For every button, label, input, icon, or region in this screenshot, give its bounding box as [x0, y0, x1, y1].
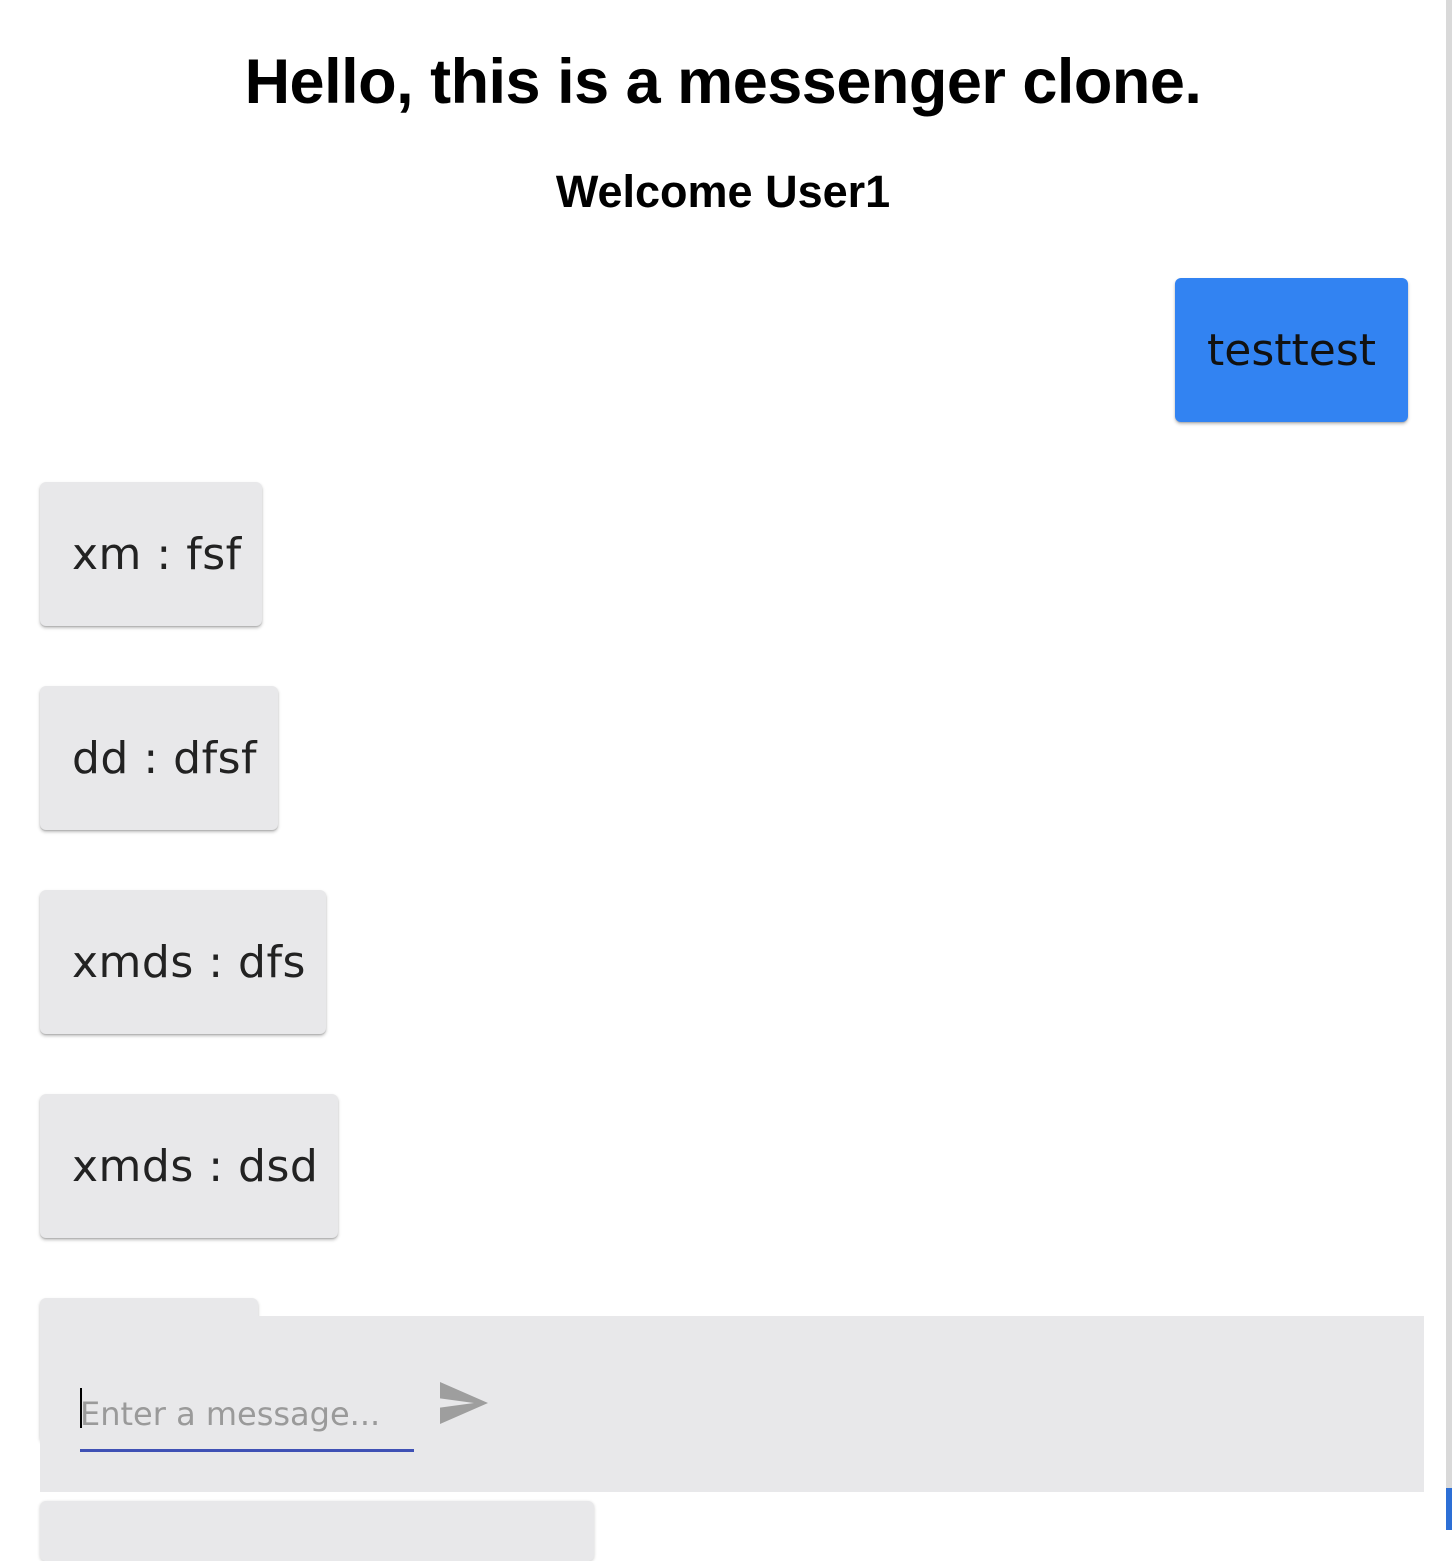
message-text: xmds : dfs — [72, 936, 306, 988]
window-edge-accent — [1446, 1488, 1452, 1530]
send-button[interactable] — [436, 1378, 492, 1430]
message-bubble: xmds : dsd — [40, 1094, 338, 1238]
send-icon — [440, 1381, 488, 1424]
message-input[interactable] — [80, 1384, 414, 1444]
message-bubble: dd : dfsf — [40, 686, 278, 830]
page-title: Hello, this is a messenger clone. — [244, 47, 1202, 117]
message-field[interactable] — [80, 1376, 414, 1452]
message-text: xmds : dsd — [72, 1140, 319, 1192]
message-bubble-partial — [40, 1501, 594, 1561]
message-text: xm : fsf — [72, 528, 242, 580]
message-composer — [40, 1316, 1424, 1492]
message-bubble: xm : fsf — [40, 482, 262, 626]
message-bubble: xmds : dfs — [40, 890, 326, 1034]
message-text: testtest — [1207, 324, 1376, 376]
window-edge — [1446, 0, 1452, 1530]
message-text: dd : dfsf — [72, 732, 257, 784]
welcome-heading: Welcome User1 — [555, 166, 891, 217]
message-bubble-own: testtest — [1175, 278, 1408, 422]
text-caret — [80, 1388, 82, 1428]
